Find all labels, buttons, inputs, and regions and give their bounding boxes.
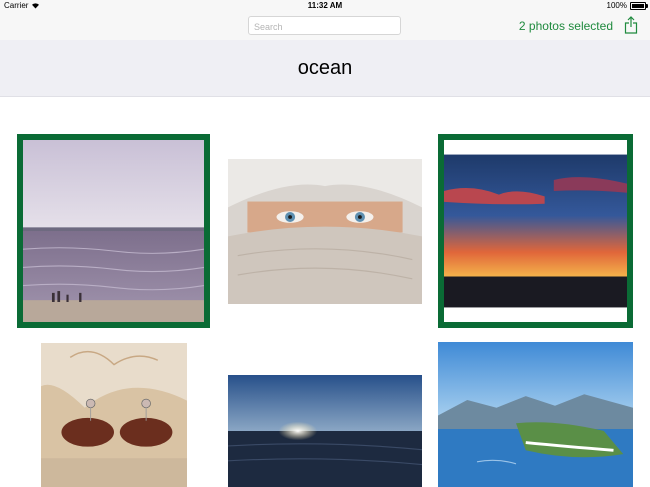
photo-horizon[interactable]: [228, 375, 422, 487]
photo-coastal-town[interactable]: [438, 342, 633, 487]
sunset-image: [444, 140, 627, 322]
page-title: ocean: [297, 57, 353, 79]
share-icon[interactable]: [624, 16, 638, 34]
battery-fill: [632, 3, 644, 8]
clock: 11:32 AM: [307, 1, 343, 10]
portrait-image: [228, 159, 422, 304]
photo-portrait[interactable]: [228, 159, 422, 304]
status-bar: Carrier 11:32 AM 100%: [0, 0, 650, 12]
coastal-town-image: [438, 342, 633, 487]
selection-count: 2 photos selected: [518, 19, 613, 33]
title-bar: ocean: [0, 40, 650, 97]
search-input[interactable]: [249, 18, 400, 36]
battery-indicator: 100%: [606, 1, 648, 10]
earrings-image: [41, 343, 187, 487]
battery-icon: [630, 1, 648, 10]
horizon-image: [228, 375, 422, 487]
photo-beach[interactable]: [17, 134, 210, 328]
search-bar[interactable]: [248, 16, 401, 36]
photo-earrings[interactable]: [41, 343, 187, 487]
beach-image: [23, 140, 204, 322]
photo-sunset[interactable]: [438, 134, 633, 328]
navigation-bar: 2 photos selected: [0, 12, 650, 40]
battery-percent: 100%: [606, 1, 627, 10]
